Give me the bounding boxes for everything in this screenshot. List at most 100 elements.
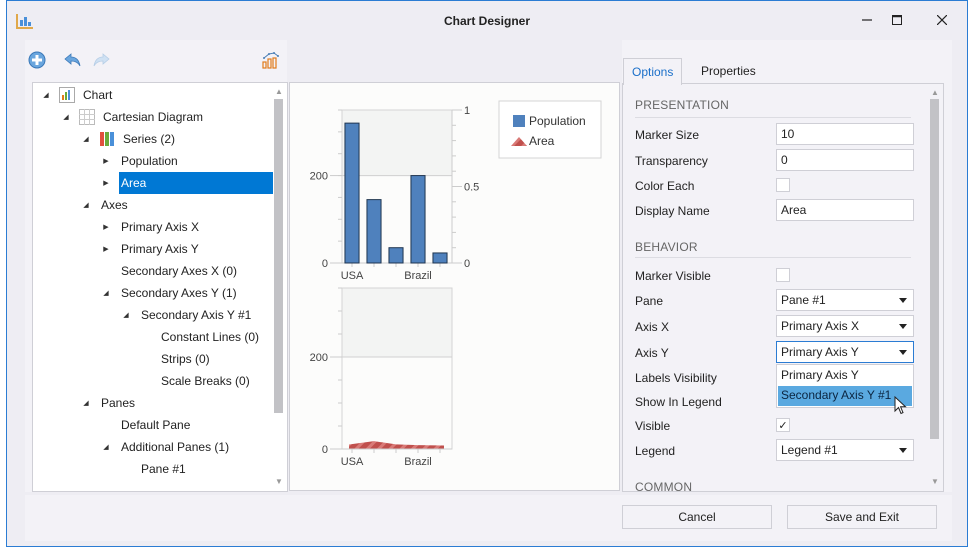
collapse-arrow-icon[interactable]: ◢ [81, 398, 91, 408]
tab-options[interactable]: Options [623, 58, 683, 85]
scrollbar-thumb[interactable] [930, 99, 939, 439]
minimize-icon [862, 14, 872, 28]
chevron-down-icon [899, 324, 907, 329]
tree-item[interactable]: Constant Lines (0) [141, 326, 261, 348]
pane-select[interactable]: Pane #1 [776, 289, 914, 311]
save-and-exit-button[interactable]: Save and Exit [787, 505, 937, 529]
window-title: Chart Designer [443, 14, 531, 28]
chevron-down-icon [899, 448, 907, 453]
scroll-up-icon[interactable]: ▲ [930, 88, 940, 98]
axis-x-value: Primary Axis X [781, 319, 860, 333]
y-tick-label: 200 [310, 352, 328, 364]
tree-item[interactable]: Secondary Axes X (0) [101, 260, 239, 282]
tree-item[interactable]: Default Pane [101, 414, 192, 436]
undo-button[interactable] [63, 51, 83, 71]
collapse-arrow-icon[interactable]: ◢ [81, 200, 91, 210]
maximize-icon [892, 14, 902, 28]
show-in-legend-label: Show In Legend [635, 395, 722, 409]
marker-size-input[interactable] [776, 123, 914, 145]
tree-item-label: Constant Lines (0) [161, 330, 260, 344]
bar-population-brazil [410, 175, 426, 264]
add-icon [28, 51, 46, 72]
tree-item[interactable]: ◢ Secondary Axis Y #1 [121, 304, 253, 326]
transparency-input[interactable] [776, 149, 914, 171]
tree-item[interactable]: ◢ Secondary Axes Y (1) [101, 282, 239, 304]
tree-item[interactable]: ◢ Panes [81, 392, 137, 414]
tree-item-label: Chart [83, 88, 113, 102]
collapse-arrow-icon[interactable]: ◢ [41, 90, 51, 100]
dropdown-option-primary-axis-y[interactable]: Primary Axis Y [778, 366, 912, 386]
diagram-grid-icon [79, 109, 95, 125]
collapse-arrow-icon[interactable]: ◢ [61, 112, 71, 122]
chart-designer-window: Chart Designer ▲ ▼ ◢ Chart ◢ Cartesian D… [6, 0, 968, 547]
tree-item[interactable]: ▶ Primary Axis Y [101, 238, 201, 260]
cancel-button[interactable]: Cancel [622, 505, 772, 529]
axis-y-select[interactable]: Primary Axis Y [776, 341, 914, 363]
scrollbar-thumb[interactable] [274, 99, 283, 413]
pane-value: Pane #1 [781, 293, 826, 307]
tree-item[interactable]: ▶ Population [101, 150, 180, 172]
maximize-button[interactable] [877, 9, 917, 33]
marker-visible-label: Marker Visible [635, 269, 711, 283]
bar-population-australia [432, 252, 448, 264]
tree-scrollbar[interactable]: ▲ ▼ [271, 83, 287, 491]
scroll-down-icon[interactable]: ▼ [930, 477, 940, 487]
scroll-up-icon[interactable]: ▲ [274, 87, 284, 97]
secondary-y-tick-label: 1 [464, 105, 470, 117]
title-bar: Chart Designer [7, 1, 967, 41]
chart-elements-tree: ▲ ▼ ◢ Chart ◢ Cartesian Diagram ◢ Series (2) ▶… [32, 82, 288, 492]
tree-item-label: Scale Breaks (0) [161, 374, 250, 388]
add-element-button[interactable] [27, 51, 47, 71]
tree-item-label: Axes [101, 198, 128, 212]
expand-arrow-icon[interactable]: ▶ [101, 244, 111, 254]
expand-arrow-icon[interactable]: ▶ [101, 222, 111, 232]
tree-item[interactable]: ◢ Chart [41, 84, 114, 106]
tree-item-label: Default Pane [121, 418, 191, 432]
color-each-checkbox[interactable] [776, 178, 790, 192]
tab-properties[interactable]: Properties [693, 58, 764, 84]
chart-elements-pane: ▲ ▼ ◢ Chart ◢ Cartesian Diagram ◢ Series (2) ▶… [25, 40, 288, 492]
tree-item[interactable]: ◢ Cartesian Diagram [61, 106, 205, 128]
change-chart-type-button[interactable] [261, 51, 281, 71]
collapse-arrow-icon[interactable]: ◢ [101, 442, 111, 452]
secondary-y-tick-label: 0 [464, 258, 470, 270]
tree-item-label: Strips (0) [161, 352, 210, 366]
chart-icon [59, 87, 75, 103]
close-button[interactable] [922, 9, 962, 33]
tree-item-label: Secondary Axis Y #1 [141, 308, 252, 322]
dropdown-option-secondary-axis-y[interactable]: Secondary Axis Y #1 [778, 386, 912, 406]
legend-label: Legend [635, 444, 676, 458]
section-divider [635, 117, 911, 118]
collapse-arrow-icon[interactable]: ◢ [81, 134, 91, 144]
legend-label: Population [529, 114, 586, 128]
tree-item[interactable]: ◢ Series (2) [81, 128, 177, 150]
collapse-arrow-icon[interactable]: ◢ [101, 288, 111, 298]
expand-arrow-icon[interactable]: ▶ [101, 156, 111, 166]
area-series-area [349, 441, 444, 449]
series-icon [99, 131, 115, 147]
tree-item[interactable]: ◢ Axes [81, 194, 130, 216]
scroll-down-icon[interactable]: ▼ [274, 477, 284, 487]
tree-item[interactable]: Pane #1 [121, 458, 188, 480]
x-tick-label: Brazil [404, 456, 432, 468]
redo-button[interactable] [91, 51, 111, 71]
visible-checkbox[interactable]: ✓ [776, 418, 790, 432]
axis-x-select[interactable]: Primary Axis X [776, 315, 914, 337]
chart-svg: 0 200 USA Brazil 0 0.5 1 0 200 USA Brazil Populatio… [310, 100, 602, 468]
legend-marker-population [513, 115, 525, 127]
expand-arrow-icon[interactable]: ▶ [101, 178, 111, 188]
tree-item[interactable]: Strips (0) [141, 348, 212, 370]
tree-item[interactable]: ▶ Area [101, 172, 273, 194]
legend-select[interactable]: Legend #1 [776, 439, 914, 461]
tree-item[interactable]: Scale Breaks (0) [141, 370, 252, 392]
tree-item[interactable]: ▶ Primary Axis X [101, 216, 201, 238]
x-tick-label: USA [341, 456, 364, 468]
properties-scrollbar[interactable]: ▲ ▼ [926, 84, 942, 491]
marker-visible-checkbox[interactable] [776, 268, 790, 282]
undo-icon [64, 52, 82, 70]
bar-population-usa [344, 122, 360, 264]
collapse-arrow-icon[interactable]: ◢ [121, 310, 131, 320]
tree-item[interactable]: ◢ Additional Panes (1) [101, 436, 231, 458]
display-name-input[interactable] [776, 199, 914, 221]
